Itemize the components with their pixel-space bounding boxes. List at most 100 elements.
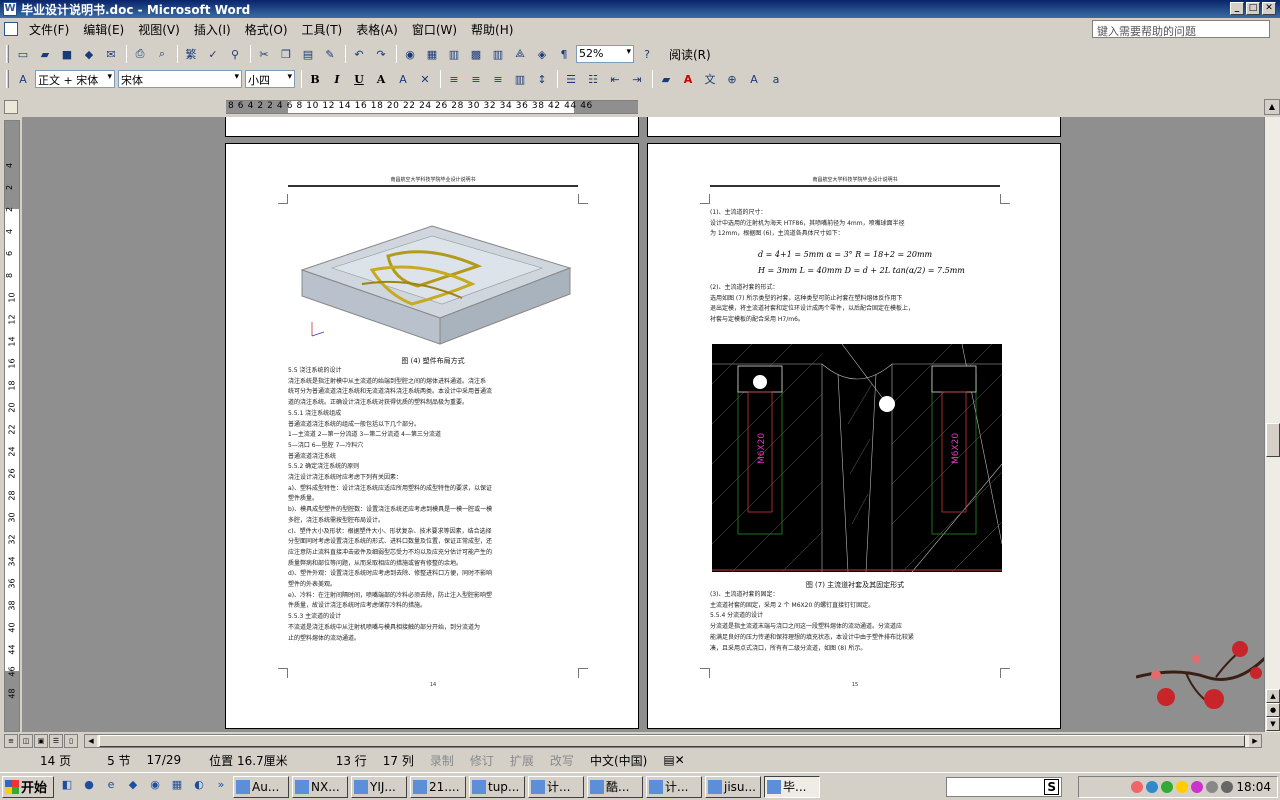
menu-help[interactable]: 帮助(H) [464, 21, 520, 38]
new-document-icon[interactable]: ▭ [13, 44, 33, 64]
tray-app-icon[interactable] [1146, 781, 1159, 793]
drawing-icon[interactable]: ⟁ [510, 44, 530, 64]
more-quicklaunch-icon[interactable]: » [212, 778, 230, 796]
task-button-active[interactable]: 毕... [764, 775, 820, 798]
align-center-icon[interactable]: ≡ [466, 69, 486, 89]
align-justify-icon[interactable]: ≡ [444, 69, 464, 89]
menu-insert[interactable]: 插入(I) [187, 21, 238, 38]
show-hide-icon[interactable]: ¶ [554, 44, 574, 64]
font-size-select[interactable]: 小四 [245, 70, 295, 88]
tray-volume-icon[interactable] [1221, 781, 1234, 793]
tray-app-icon[interactable] [1191, 781, 1204, 793]
task-button[interactable]: 计... [646, 775, 702, 798]
cut-icon[interactable]: ✂ [254, 44, 274, 64]
font-select[interactable]: 宋体 [118, 70, 242, 88]
underline-button[interactable]: U [349, 69, 369, 89]
bullets-icon[interactable]: ☷ [583, 69, 603, 89]
increase-indent-icon[interactable]: ⇥ [627, 69, 647, 89]
highlight-icon[interactable]: ▰ [656, 69, 676, 89]
bold-button[interactable]: B [305, 69, 325, 89]
research-icon[interactable]: ⚲ [225, 44, 245, 64]
print-preview-icon[interactable]: ⌕ [152, 44, 172, 64]
vertical-ruler[interactable]: 4 2 2 4 6 8 10 12 14 16 18 20 22 24 26 28 30 32 34 36 38 40 44… [4, 120, 20, 732]
document-map-icon[interactable]: ◈ [532, 44, 552, 64]
decrease-indent-icon[interactable]: ⇤ [605, 69, 625, 89]
menu-table[interactable]: 表格(A) [349, 21, 405, 38]
spelling-status-icon[interactable]: ▤✕ [655, 753, 692, 767]
close-button[interactable]: ✕ [1262, 2, 1276, 15]
tables-borders-icon[interactable]: ▦ [422, 44, 442, 64]
next-page-button[interactable]: ▼ [1266, 717, 1280, 731]
prev-page-right[interactable] [647, 117, 1061, 137]
maximize-button[interactable]: □ [1246, 2, 1260, 15]
shrink-font-icon[interactable]: a [766, 69, 786, 89]
vertical-scrollbar[interactable]: ▲ ● ▼ [1264, 117, 1280, 732]
permission-icon[interactable]: ◆ [79, 44, 99, 64]
vertical-scroll-thumb[interactable] [1266, 423, 1280, 457]
print-layout-icon[interactable]: ▣ [34, 734, 48, 748]
menu-window[interactable]: 窗口(W) [405, 21, 464, 38]
horizontal-scrollbar[interactable]: ◀ ▶ [84, 734, 1262, 748]
help-icon[interactable]: ? [637, 44, 657, 64]
clock[interactable]: 18:04 [1236, 780, 1271, 794]
start-button[interactable]: 开始 [2, 775, 54, 798]
insert-table-icon[interactable]: ▥ [444, 44, 464, 64]
scroll-up-button[interactable]: ▲ [1264, 99, 1280, 115]
minimize-button[interactable]: _ [1230, 2, 1244, 15]
quicklaunch-app-icon[interactable]: ◆ [124, 778, 142, 796]
outline-view-icon[interactable]: ☰ [49, 734, 63, 748]
document-workspace[interactable]: 南昌航空大学科技学院毕业设计说明书 图 (4) 塑件布局方式 5.5 浇注系统的… [22, 117, 1264, 732]
task-button[interactable]: 计... [528, 775, 584, 798]
menu-file[interactable]: 文件(F) [22, 21, 76, 38]
menu-edit[interactable]: 编辑(E) [76, 21, 131, 38]
tray-app-icon[interactable] [1131, 781, 1144, 793]
save-icon[interactable]: ■ [57, 44, 77, 64]
char-shading-icon[interactable]: A [393, 69, 413, 89]
status-track[interactable]: 修订 [462, 752, 502, 769]
paste-icon[interactable]: ▤ [298, 44, 318, 64]
menu-view[interactable]: 视图(V) [131, 21, 187, 38]
undo-icon[interactable]: ↶ [349, 44, 369, 64]
menu-format[interactable]: 格式(O) [238, 21, 295, 38]
scroll-right-button[interactable]: ▶ [1249, 735, 1261, 747]
copy-icon[interactable]: ❐ [276, 44, 296, 64]
normal-view-icon[interactable]: ≡ [4, 734, 18, 748]
status-record[interactable]: 录制 [422, 752, 462, 769]
status-overtype[interactable]: 改写 [542, 752, 582, 769]
page-15[interactable]: 南昌航空大学科技学院毕业设计说明书 (1)、主流道的尺寸： 设计中选用的注射机为… [647, 143, 1061, 729]
toolbar-grip[interactable] [6, 45, 9, 63]
columns-icon[interactable]: ▥ [488, 44, 508, 64]
font-color-icon[interactable]: A [678, 69, 698, 89]
status-language[interactable]: 中文(中国) [582, 752, 655, 769]
task-button[interactable]: tup... [469, 775, 525, 798]
menu-tools[interactable]: 工具(T) [295, 21, 350, 38]
prev-page-button[interactable]: ▲ [1266, 689, 1280, 703]
line-spacing-icon[interactable]: ↕ [532, 69, 552, 89]
char-scale-icon[interactable]: ✕ [415, 69, 435, 89]
horizontal-ruler[interactable]: 8 6 4 2 2 4 6 8 10 12 14 16 18 20 22 24 … [226, 100, 638, 114]
insert-excel-icon[interactable]: ▩ [466, 44, 486, 64]
quicklaunch-app-icon[interactable]: ◐ [190, 778, 208, 796]
task-button[interactable]: YIJ... [351, 775, 407, 798]
task-button[interactable]: jisu... [705, 775, 761, 798]
email-icon[interactable]: ✉ [101, 44, 121, 64]
tab-selector[interactable] [4, 100, 18, 114]
quicklaunch-app-icon[interactable]: ● [80, 778, 98, 796]
browse-object-button[interactable]: ● [1266, 703, 1280, 717]
tray-network-icon[interactable] [1206, 781, 1219, 793]
open-folder-icon[interactable]: ▰ [35, 44, 55, 64]
task-button[interactable]: NX... [292, 775, 348, 798]
status-extend[interactable]: 扩展 [502, 752, 542, 769]
spelling-icon[interactable]: ✓ [203, 44, 223, 64]
enclose-char-icon[interactable]: ⊕ [722, 69, 742, 89]
styles-formatting-icon[interactable]: A [13, 69, 33, 89]
zoom-select[interactable]: 52% [576, 45, 634, 63]
help-search-input[interactable]: 键入需要帮助的问题 [1092, 20, 1270, 38]
tray-app-icon[interactable] [1176, 781, 1189, 793]
tray-shield-icon[interactable] [1161, 781, 1174, 793]
quicklaunch-app-icon[interactable]: ◉ [146, 778, 164, 796]
print-icon[interactable]: ⎙ [130, 44, 150, 64]
numbering-icon[interactable]: ☰ [561, 69, 581, 89]
taskbar-search-input[interactable]: S [946, 777, 1062, 797]
redo-icon[interactable]: ↷ [371, 44, 391, 64]
